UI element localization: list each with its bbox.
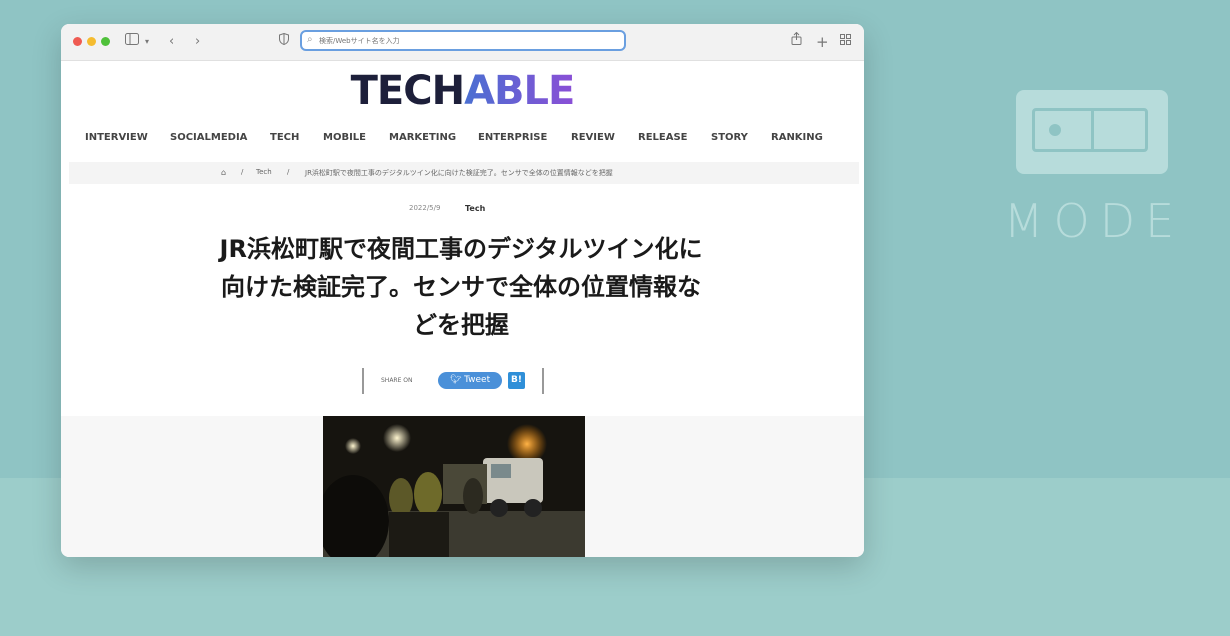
nav-item-marketing[interactable]: MARKETING (389, 132, 456, 143)
nav-item-review[interactable]: REVIEW (571, 132, 615, 143)
nav-item-story[interactable]: STORY (711, 132, 748, 143)
back-icon[interactable]: ‹ (169, 32, 174, 52)
tweet-button[interactable]: 🐦︎ Tweet (438, 372, 502, 389)
sidebar-icon[interactable] (125, 32, 139, 52)
tab-overview-icon[interactable] (840, 32, 851, 52)
breadcrumb-separator: / (287, 168, 290, 176)
main-nav: INTERVIEW SOCIALMEDIA TECH MOBILE MARKET… (61, 132, 864, 148)
nav-item-tech[interactable]: TECH (270, 132, 299, 143)
search-icon: ⌕ (307, 34, 313, 45)
address-input[interactable] (319, 34, 619, 48)
article-category[interactable]: Tech (465, 204, 485, 213)
home-icon[interactable]: ⌂ (221, 168, 226, 177)
browser-toolbar: ▾ ‹ › ⌕ + (61, 24, 864, 61)
address-bar[interactable]: ⌕ (300, 30, 626, 51)
article-hero-photo (323, 416, 585, 557)
share-divider (362, 368, 364, 394)
bird-icon: 🐦︎ (449, 375, 465, 385)
breadcrumb-current: JR浜松町駅で夜間工事のデジタルツイン化に向けた検証完了。センサで全体の位置情報… (305, 169, 613, 177)
nav-item-interview[interactable]: INTERVIEW (85, 132, 148, 143)
new-tab-icon[interactable]: + (816, 32, 829, 52)
nav-item-mobile[interactable]: MOBILE (323, 132, 366, 143)
nav-item-enterprise[interactable]: ENTERPRISE (478, 132, 547, 143)
mode-toggle-icon (1016, 90, 1168, 174)
breadcrumb-separator: / (241, 168, 244, 176)
article-date: 2022/5/9 (409, 204, 441, 212)
hatena-bookmark-button[interactable]: B! (508, 372, 525, 389)
breadcrumb-category[interactable]: Tech (256, 168, 272, 176)
mode-brand-logo: MODE (994, 90, 1194, 250)
forward-icon[interactable]: › (195, 32, 200, 52)
minimize-window-button[interactable] (87, 37, 96, 46)
article-title: JR浜松町駅で夜間工事のデジタルツイン化に 向けた検証完了。センサで全体の位置情… (219, 235, 703, 339)
share-icon[interactable] (791, 31, 802, 52)
site-logo-accent: ABLE (464, 68, 575, 114)
browser-window: ▾ ‹ › ⌕ + TECHABLE INTERVIEW SOCIALMEDIA… (61, 24, 864, 557)
mode-brand-text: MODE (1003, 194, 1185, 248)
hero-image-area (61, 416, 864, 557)
share-divider (542, 368, 544, 394)
zoom-window-button[interactable] (101, 37, 110, 46)
nav-item-ranking[interactable]: RANKING (771, 132, 823, 143)
nav-item-release[interactable]: RELEASE (638, 132, 688, 143)
chevron-down-icon[interactable]: ▾ (145, 32, 149, 52)
privacy-shield-icon[interactable] (279, 32, 289, 52)
breadcrumb: ⌂ / Tech / JR浜松町駅で夜間工事のデジタルツイン化に向けた検証完了。… (69, 162, 859, 184)
nav-item-socialmedia[interactable]: SOCIALMEDIA (170, 132, 247, 143)
site-logo[interactable]: TECHABLE (61, 68, 864, 114)
close-window-button[interactable] (73, 37, 82, 46)
share-label: SHARE ON (381, 377, 413, 384)
